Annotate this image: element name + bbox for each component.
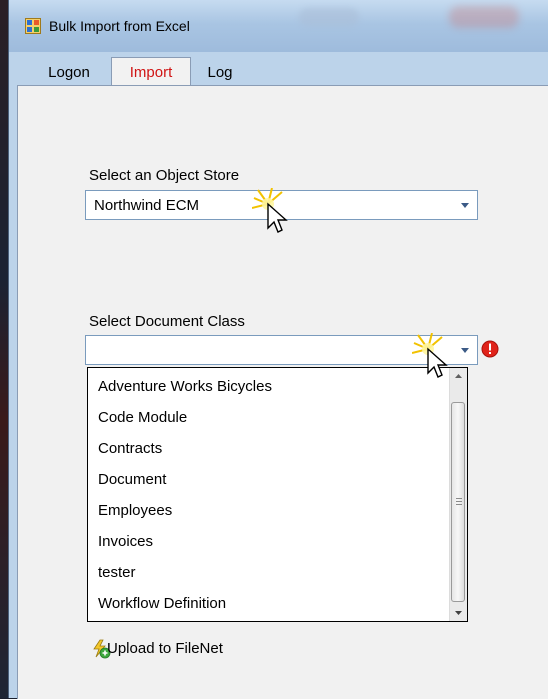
window-title: Bulk Import from Excel [49,18,190,34]
desktop-edge [0,0,8,698]
object-store-value: Northwind ECM [94,197,200,214]
titlebar-blur [449,6,519,28]
list-item[interactable]: Workflow Definition [98,595,226,612]
import-panel: Select an Object Store Northwind ECM Sel… [17,85,548,699]
chevron-down-icon[interactable] [457,197,473,213]
dropdown-scrollbar[interactable] [449,368,467,621]
upload-button-label: Upload to FileNet [107,640,223,657]
list-item[interactable]: Employees [98,502,172,519]
scroll-down-icon[interactable] [450,604,467,621]
list-item[interactable]: Contracts [98,440,162,457]
tab-import[interactable]: Import [111,57,191,86]
scroll-thumb[interactable] [451,402,465,602]
title-bar[interactable]: Bulk Import from Excel [9,0,548,52]
tab-logon[interactable]: Logon [31,60,107,85]
grip-line [456,498,462,499]
document-class-label: Select Document Class [89,313,245,330]
mouse-cursor-icon [412,333,448,378]
grip-line [456,501,462,502]
object-store-label: Select an Object Store [89,167,240,184]
app-window: Bulk Import from Excel Logon Import Log … [8,0,548,699]
list-item[interactable]: Code Module [98,409,187,426]
list-item[interactable]: Document [98,471,166,488]
tab-log[interactable]: Log [195,60,245,85]
list-item[interactable]: Adventure Works Bicycles [98,378,272,395]
mouse-cursor-icon [252,188,288,233]
document-class-dropdown-list[interactable]: Adventure Works Bicycles Code Module Con… [87,367,468,622]
error-icon [481,340,499,358]
titlebar-blur [299,8,359,26]
list-item[interactable]: tester [98,564,136,581]
form-window-icon [25,18,41,34]
list-item[interactable]: Invoices [98,533,153,550]
tab-strip: Logon Import Log [9,52,548,86]
grip-line [456,504,462,505]
